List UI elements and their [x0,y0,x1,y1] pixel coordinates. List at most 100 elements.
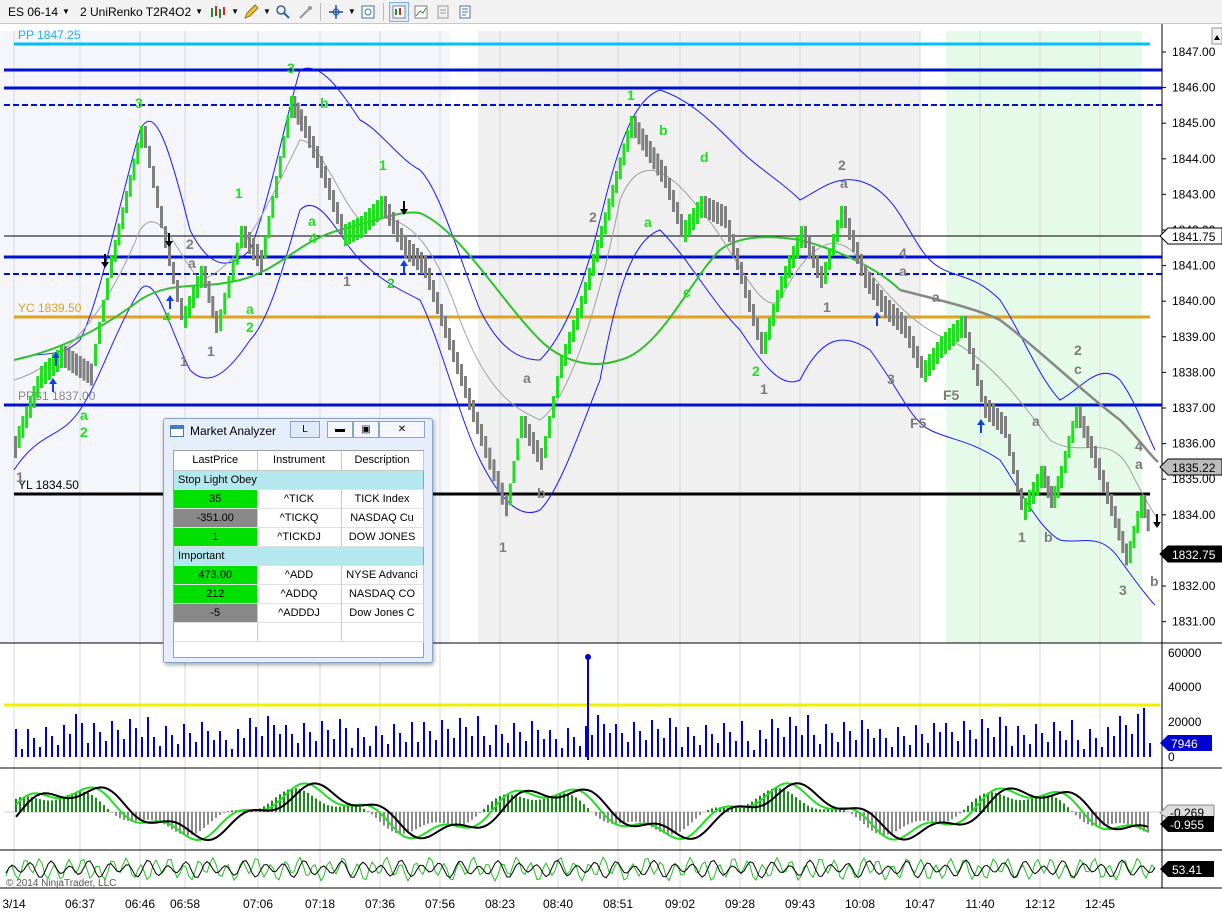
time-tick-label: 07:56 [425,897,455,911]
column-header-lastprice[interactable]: LastPrice [174,451,258,471]
wave-label: 1 [627,87,635,103]
chevron-down-icon[interactable]: ▼ [231,7,239,16]
data-box-button[interactable] [358,2,378,22]
wave-label: a [1032,413,1040,429]
bar-type-selector[interactable]: 2 UniRenko T2R4O2 ▼ [76,2,207,22]
minimize-button[interactable]: ▬ [327,421,353,438]
renko-bar [808,236,811,258]
renko-bar [904,316,907,338]
table-row[interactable]: 35 ^TICK TICK Index [174,489,424,509]
renko-bar [964,316,967,338]
renko-bar [488,447,492,470]
properties-button[interactable] [433,2,453,22]
group-row[interactable]: Stop Light Obey [174,470,423,490]
chevron-down-icon[interactable]: ▼ [348,7,356,16]
renko-bar [924,360,927,382]
renko-bar [840,206,843,228]
maximize-button[interactable]: ▣ [353,421,379,438]
renko-bar [110,256,113,278]
cell-last: 1 [174,527,258,547]
column-header-instrument[interactable]: Instrument [257,451,342,471]
market-analyzer-window[interactable]: Market Analyzer L ▬ ▣ ✕ LastPrice Instru… [163,418,433,663]
renko-bar [532,432,535,454]
crosshair-button[interactable] [326,2,346,22]
renko-bar [211,296,215,318]
indicators-button[interactable] [411,2,431,22]
renko-bar [852,230,855,252]
template-button[interactable] [455,2,475,22]
renko-bar [456,352,459,374]
renko-bar [716,202,719,224]
magnet-button[interactable] [295,2,315,22]
draw-tool-button[interactable] [241,2,261,22]
renko-bar [275,176,278,198]
wave-label: 2 [1074,342,1082,358]
volume-tick-label: 40000 [1168,680,1202,694]
renko-bar [1143,496,1147,518]
empty-cell [257,622,342,642]
renko-bar [984,396,987,418]
table-row[interactable]: -351.00 ^TICKQ NASDAQ Cu [174,508,424,528]
renko-bar [1078,406,1082,428]
time-tick-label: 11:40 [965,897,994,911]
table-row[interactable]: 212 ^ADDQ NASDAQ CO [174,584,424,604]
link-button[interactable]: L [290,421,320,438]
instrument-selector[interactable]: ES 06-14 ▼ [4,2,74,22]
cell-instrument: ^TICKDJ [257,527,342,547]
time-tick-label: 08:40 [543,897,573,911]
renko-bar [708,198,711,220]
renko-bar [1136,511,1140,533]
close-icon: ✕ [397,424,407,435]
time-tick-label: 06:37 [65,897,95,911]
renko-bar [392,212,395,234]
wave-label: 1 [823,299,831,315]
group-label: Stop Light Obey [174,470,423,490]
renko-bar [356,218,359,240]
renko-bar [200,266,203,288]
renko-bar [278,156,282,178]
renko-bar [596,240,599,262]
renko-bar [630,116,633,138]
renko-bar [540,448,543,470]
price-tick-label: 1845.00 [1172,116,1216,130]
chevron-down-icon[interactable]: ▼ [263,7,271,16]
wave-label: d [700,149,709,165]
renko-bar [868,272,871,294]
wave-label: a [644,214,652,230]
bar-style-button[interactable] [209,2,229,22]
table-row[interactable]: 473.00 ^ADD NYSE Advanci [174,565,424,585]
chevron-down-icon: ▼ [195,7,204,16]
flag-text: 1832.75 [1172,548,1216,562]
cell-description: NASDAQ Cu [341,508,424,528]
renko-bar [496,471,500,493]
zoom-button[interactable] [273,2,293,22]
session-shade [478,31,920,643]
wave-label: 4 [163,309,171,325]
wave-label: 2 [387,275,395,291]
group-row[interactable]: Important [174,546,423,566]
renko-bar [1046,476,1050,498]
renko-bar [615,171,618,193]
renko-bar [652,147,656,170]
wave-label: 2 [246,319,254,335]
column-header-description[interactable]: Description [341,451,424,471]
table-row[interactable]: -5 ^ADDDJ Dow Jones C [174,603,424,623]
renko-bar [812,246,815,268]
renko-bar [332,190,335,212]
wave-label: 1 [499,539,507,555]
renko-bar [336,202,339,224]
renko-bar [684,220,687,242]
renko-bar [215,311,218,333]
renko-bar [1067,436,1071,458]
renko-bar [648,141,652,163]
table-row[interactable]: 1 ^TICKDJ DOW JONES [174,527,424,547]
renko-bar [1000,412,1003,434]
close-button[interactable]: ✕ [379,421,425,438]
renko-bar [231,259,235,282]
renko-bar [1102,470,1105,492]
renko-bar [344,224,347,246]
renko-bar [908,326,911,348]
wave-label: 2 [838,157,846,173]
renko-bar [641,128,645,151]
strategy-button[interactable] [388,1,409,22]
